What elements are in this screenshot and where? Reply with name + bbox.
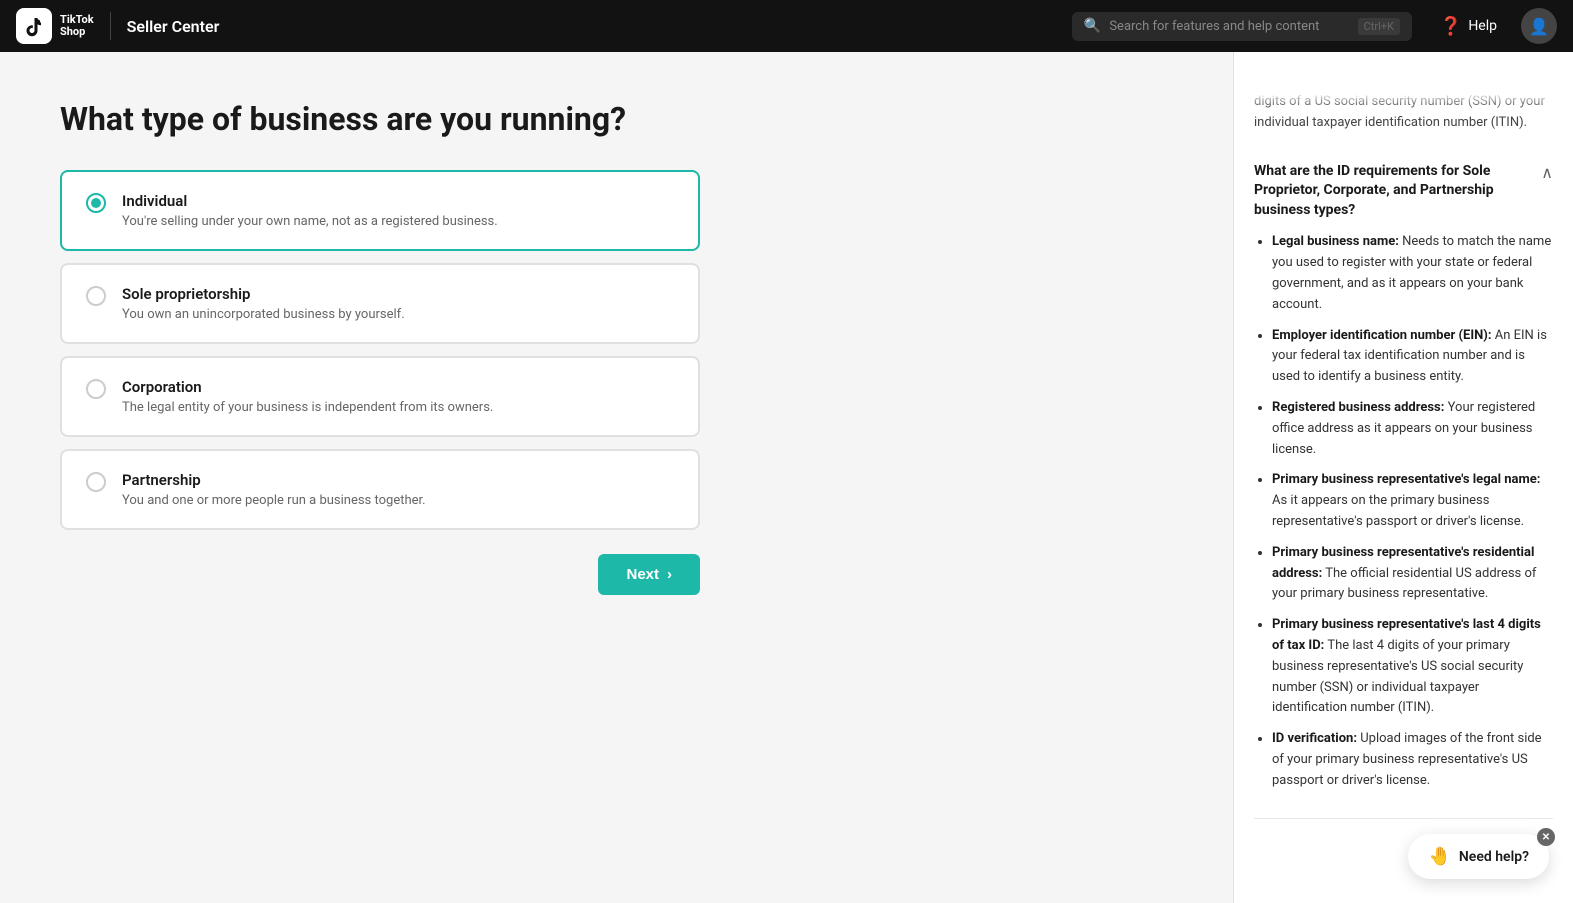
option-sole-name: Sole proprietorship — [122, 285, 405, 303]
help-label: Help — [1468, 18, 1497, 34]
search-shortcut: Ctrl+K — [1358, 18, 1400, 35]
search-placeholder: Search for features and help content — [1109, 19, 1349, 34]
tiktok-logo[interactable]: TikTok Shop — [16, 8, 94, 44]
header: TikTok Shop Seller Center 🔍 Search for f… — [0, 0, 1573, 52]
radio-partnership — [86, 472, 106, 492]
option-individual-name: Individual — [122, 192, 498, 210]
item-label-3: Primary business representative's legal … — [1272, 472, 1540, 487]
item-label-0: Legal business name: — [1272, 234, 1399, 249]
item-label-2: Registered business address: — [1272, 400, 1444, 415]
tiktok-icon — [16, 8, 52, 44]
radio-dot-individual — [91, 198, 101, 208]
item-label-1: Employer identification number (EIN): — [1272, 328, 1492, 343]
search-icon: 🔍 — [1084, 18, 1101, 34]
sidebar-requirements-list: Legal business name: Needs to match the … — [1254, 232, 1553, 791]
next-button-label: Next — [626, 566, 659, 583]
option-corporation-name: Corporation — [122, 378, 493, 396]
need-help-close-button[interactable]: ✕ — [1537, 828, 1555, 846]
need-help-widget[interactable]: ✕ 🤚 Need help? — [1408, 834, 1549, 879]
seller-center-title: Seller Center — [127, 17, 220, 36]
need-help-label: Need help? — [1459, 849, 1529, 865]
list-item: Primary business representative's reside… — [1272, 543, 1553, 605]
business-type-list: Individual You're selling under your own… — [60, 170, 700, 530]
option-partnership-desc: You and one or more people run a busines… — [122, 493, 426, 508]
option-sole-proprietorship[interactable]: Sole proprietorship You own an unincorpo… — [60, 263, 700, 344]
chevron-up-icon: ∧ — [1541, 163, 1553, 182]
option-corporation[interactable]: Corporation The legal entity of your bus… — [60, 356, 700, 437]
main-layout: What type of business are you running? I… — [0, 52, 1573, 903]
item-label-6: ID verification: — [1272, 731, 1357, 746]
sidebar-content: digits of a US social security number (S… — [1234, 92, 1573, 839]
list-item: Legal business name: Needs to match the … — [1272, 232, 1553, 315]
next-arrow-icon: › — [667, 566, 672, 583]
list-item: Registered business address: Your regist… — [1272, 398, 1553, 460]
next-button-container: Next › — [60, 554, 700, 595]
option-partnership-name: Partnership — [122, 471, 426, 489]
option-sole-text: Sole proprietorship You own an unincorpo… — [122, 285, 405, 322]
sidebar-section-header[interactable]: What are the ID requirements for Sole Pr… — [1254, 162, 1553, 221]
list-item: Primary business representative's legal … — [1272, 470, 1553, 532]
shop-text: Shop — [60, 26, 94, 38]
sidebar-section-title: What are the ID requirements for Sole Pr… — [1254, 162, 1529, 221]
option-sole-desc: You own an unincorporated business by yo… — [122, 307, 405, 322]
option-individual-desc: You're selling under your own name, not … — [122, 214, 498, 229]
list-item: ID verification: Upload images of the fr… — [1272, 729, 1553, 791]
radio-individual — [86, 193, 106, 213]
option-corporation-text: Corporation The legal entity of your bus… — [122, 378, 493, 415]
option-individual-text: Individual You're selling under your own… — [122, 192, 498, 229]
option-corporation-desc: The legal entity of your business is ind… — [122, 400, 493, 415]
search-bar[interactable]: 🔍 Search for features and help content C… — [1072, 12, 1412, 41]
header-divider — [110, 12, 111, 40]
right-sidebar: digits of a US social security number (S… — [1233, 52, 1573, 903]
sidebar-section-id-requirements: What are the ID requirements for Sole Pr… — [1254, 146, 1553, 819]
help-button[interactable]: ❓ Help — [1440, 16, 1497, 37]
page-title: What type of business are you running? — [60, 100, 1173, 138]
option-partnership-text: Partnership You and one or more people r… — [122, 471, 426, 508]
avatar-icon: 👤 — [1529, 17, 1549, 36]
help-circle-icon: ❓ — [1440, 16, 1462, 37]
list-item: Employer identification number (EIN): An… — [1272, 326, 1553, 388]
user-avatar[interactable]: 👤 — [1521, 8, 1557, 44]
list-item: Primary business representative's last 4… — [1272, 615, 1553, 719]
hand-wave-icon: 🤚 — [1428, 846, 1450, 867]
sidebar-fade-text: digits of a US social security number (S… — [1254, 92, 1553, 134]
left-content: What type of business are you running? I… — [0, 52, 1233, 903]
next-button[interactable]: Next › — [598, 554, 700, 595]
option-individual[interactable]: Individual You're selling under your own… — [60, 170, 700, 251]
radio-sole — [86, 286, 106, 306]
sidebar-fade-top — [1234, 52, 1573, 92]
radio-corporation — [86, 379, 106, 399]
option-partnership[interactable]: Partnership You and one or more people r… — [60, 449, 700, 530]
item-text-3: As it appears on the primary business re… — [1272, 493, 1524, 529]
